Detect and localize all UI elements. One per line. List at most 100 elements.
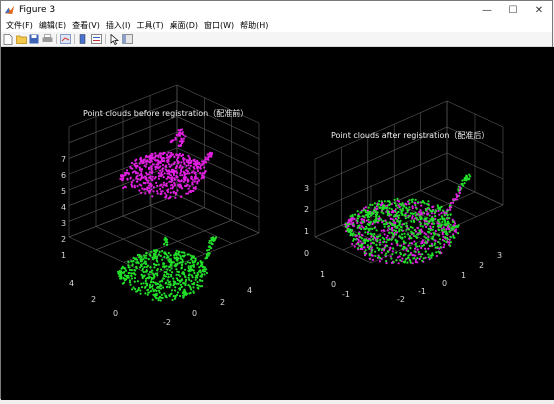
grid-line: [68, 236, 152, 276]
target-point: [466, 178, 469, 181]
target-point: [127, 274, 130, 277]
target-point: [145, 284, 149, 287]
target-point: [370, 212, 373, 215]
menu-file[interactable]: 文件(F): [3, 20, 36, 31]
print-button[interactable]: [41, 34, 53, 45]
target-point: [153, 275, 156, 278]
plot-tools-button[interactable]: [121, 34, 133, 45]
source-point: [165, 177, 168, 180]
menu-edit[interactable]: 编辑(E): [36, 20, 69, 31]
target-point: [196, 280, 199, 284]
source-point: [390, 242, 393, 246]
source-point: [452, 198, 455, 201]
source-point: [189, 161, 192, 164]
source-point: [417, 253, 420, 256]
target-point: [404, 235, 407, 238]
source-point: [196, 161, 199, 164]
source-point: [172, 153, 175, 156]
source-point: [133, 163, 136, 166]
source-point: [169, 187, 173, 190]
target-point: [190, 279, 193, 283]
target-point: [135, 258, 138, 261]
target-point: [406, 233, 409, 236]
menu-tools[interactable]: 工具(T): [133, 20, 166, 31]
target-point: [155, 257, 158, 260]
menu-desktop[interactable]: 桌面(D): [167, 20, 201, 31]
target-point: [127, 271, 130, 275]
source-point: [121, 179, 124, 182]
source-point: [416, 248, 419, 251]
target-point: [428, 220, 431, 223]
source-point: [187, 187, 190, 190]
target-point: [123, 270, 126, 274]
source-point: [420, 246, 423, 250]
target-point: [195, 274, 198, 277]
target-point: [393, 209, 397, 212]
target-point: [404, 241, 407, 244]
close-button[interactable]: ✕: [526, 1, 552, 19]
new-figure-button[interactable]: [2, 33, 14, 45]
target-point: [214, 236, 218, 239]
target-point: [449, 229, 452, 232]
source-point: [163, 172, 166, 175]
source-point: [435, 254, 438, 258]
maximize-button[interactable]: ☐: [500, 1, 526, 19]
source-point: [169, 155, 172, 158]
target-point: [198, 266, 201, 269]
save-button[interactable]: [28, 34, 40, 45]
source-point: [181, 131, 184, 134]
source-point: [385, 236, 388, 239]
source-point: [204, 156, 207, 159]
target-point: [392, 232, 395, 235]
target-point: [388, 200, 391, 203]
source-point: [386, 234, 389, 237]
target-point: [191, 276, 194, 279]
source-point: [427, 235, 430, 238]
source-point: [455, 195, 458, 199]
target-point: [422, 257, 425, 260]
target-point: [365, 225, 368, 228]
target-point: [194, 278, 197, 281]
source-point: [452, 201, 455, 204]
link-plot-button[interactable]: [59, 34, 71, 45]
menu-window[interactable]: 窗口(W): [201, 20, 237, 31]
target-point: [171, 298, 174, 302]
menu-view[interactable]: 查看(V): [69, 20, 103, 31]
source-point: [170, 176, 173, 180]
source-point: [145, 155, 149, 158]
target-point: [379, 238, 382, 241]
target-point: [143, 265, 146, 269]
target-point: [457, 232, 460, 235]
source-point: [147, 184, 150, 187]
source-point: [184, 184, 187, 188]
open-file-button[interactable]: [15, 34, 27, 45]
target-point: [414, 214, 417, 217]
target-point: [169, 254, 172, 257]
insert-colorbar-button[interactable]: [77, 34, 89, 45]
source-point: [385, 262, 388, 265]
menu-insert[interactable]: 插入(I): [103, 20, 134, 31]
target-point: [168, 286, 171, 289]
target-point: [408, 228, 411, 231]
target-point: [366, 213, 369, 216]
source-point: [185, 164, 188, 167]
menu-help[interactable]: 帮助(H): [237, 20, 271, 31]
target-point: [361, 220, 364, 223]
target-point: [398, 230, 401, 233]
target-point: [131, 288, 134, 291]
source-point: [378, 260, 381, 263]
source-point: [180, 161, 183, 164]
insert-legend-button[interactable]: [90, 34, 102, 45]
source-point: [179, 164, 182, 167]
grid-line: [96, 207, 205, 250]
target-point: [178, 279, 181, 282]
target-point: [368, 224, 371, 227]
target-point: [376, 246, 379, 249]
target-point: [364, 249, 367, 252]
target-point: [358, 224, 361, 227]
target-point: [452, 228, 455, 231]
pointer-button[interactable]: [108, 33, 120, 45]
target-point: [170, 273, 173, 276]
target-point: [408, 242, 411, 245]
minimize-button[interactable]: —: [474, 1, 500, 19]
